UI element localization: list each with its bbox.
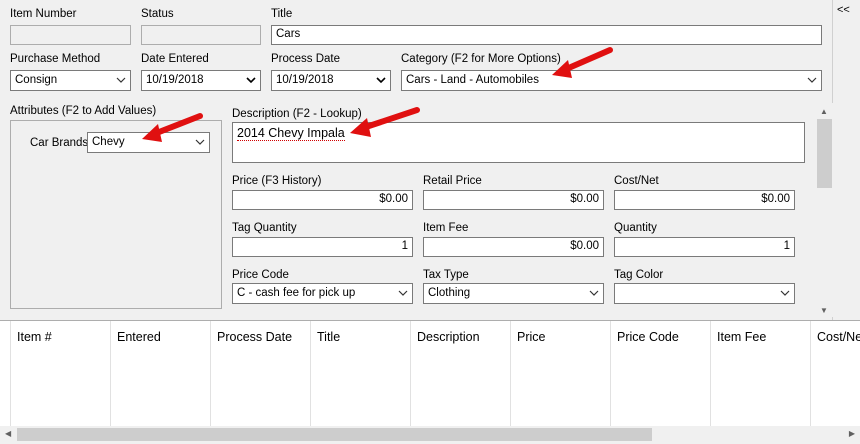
chevron-down-icon	[376, 77, 386, 84]
chevron-down-icon	[398, 290, 408, 296]
tag-color-label: Tag Color	[614, 269, 664, 281]
item-number-label: Item Number	[10, 8, 77, 20]
item-fee-label: Item Fee	[423, 222, 469, 234]
car-brands-select[interactable]: Chevy	[87, 132, 210, 153]
price-code-label: Price Code	[232, 269, 289, 281]
collapse-panel-button[interactable]: <<	[837, 4, 850, 16]
column-header-entered[interactable]: Entered	[117, 330, 161, 344]
details-vertical-scrollbar[interactable]: ▲ ▼	[816, 103, 833, 317]
grid-column: Entered	[110, 321, 161, 427]
chevron-down-icon	[195, 139, 205, 145]
chevron-down-icon	[807, 77, 817, 83]
chevron-down-icon	[246, 77, 256, 84]
column-header-price[interactable]: Price	[517, 330, 545, 344]
grid-column: Item Fee	[710, 321, 766, 427]
cost-net-field[interactable]: $0.00	[614, 190, 795, 210]
cost-net-label: Cost/Net	[614, 175, 659, 187]
column-header-item-fee[interactable]: Item Fee	[717, 330, 766, 344]
status-field[interactable]	[141, 25, 261, 45]
item-fee-field[interactable]: $0.00	[423, 237, 604, 257]
grid-column: Description	[410, 321, 480, 427]
chevron-down-icon	[589, 290, 599, 296]
tag-color-select[interactable]	[614, 283, 795, 304]
column-header-description[interactable]: Description	[417, 330, 480, 344]
quantity-field[interactable]: 1	[614, 237, 795, 257]
scroll-left-icon[interactable]: ◀	[5, 429, 11, 438]
attributes-label: Attributes (F2 to Add Values)	[10, 105, 157, 117]
tax-type-label: Tax Type	[423, 269, 469, 281]
column-header-title[interactable]: Title	[317, 330, 340, 344]
date-entered-label: Date Entered	[141, 53, 209, 65]
item-number-field[interactable]	[10, 25, 131, 45]
scroll-up-icon[interactable]: ▲	[820, 107, 828, 116]
grid-column: Process Date	[210, 321, 292, 427]
price-field[interactable]: $0.00	[232, 190, 413, 210]
purchase-method-label: Purchase Method	[10, 53, 101, 65]
description-label: Description (F2 - Lookup)	[232, 108, 362, 120]
retail-price-label: Retail Price	[423, 175, 482, 187]
title-field[interactable]: Cars	[271, 25, 822, 45]
tax-type-select[interactable]: Clothing	[423, 283, 604, 304]
tag-quantity-label: Tag Quantity	[232, 222, 297, 234]
chevron-down-icon	[116, 77, 126, 83]
chevron-down-icon	[780, 290, 790, 296]
grid-column: Item #	[10, 321, 52, 427]
status-label: Status	[141, 8, 174, 20]
scrollbar-thumb[interactable]	[17, 428, 652, 441]
price-code-select[interactable]: C - cash fee for pick up	[232, 283, 413, 304]
grid-column: Price	[510, 321, 545, 427]
column-header-cost-net[interactable]: Cost/Ne	[817, 330, 860, 344]
grid-horizontal-scrollbar[interactable]: ◀ ▶	[0, 426, 860, 444]
scroll-right-icon[interactable]: ▶	[849, 429, 855, 438]
description-field[interactable]: 2014 Chevy Impala	[232, 122, 805, 163]
retail-price-field[interactable]: $0.00	[423, 190, 604, 210]
grid-column: Cost/Ne	[810, 321, 860, 427]
date-entered-picker[interactable]: 10/19/2018	[141, 70, 261, 91]
purchase-method-select[interactable]: Consign	[10, 70, 131, 91]
tag-quantity-field[interactable]: 1	[232, 237, 413, 257]
column-header-process-date[interactable]: Process Date	[217, 330, 292, 344]
quantity-label: Quantity	[614, 222, 657, 234]
column-header-price-code[interactable]: Price Code	[617, 330, 679, 344]
column-header-item-number[interactable]: Item #	[17, 330, 52, 344]
category-select[interactable]: Cars - Land - Automobiles	[401, 70, 822, 91]
process-date-picker[interactable]: 10/19/2018	[271, 70, 391, 91]
car-brands-label: Car Brands	[30, 137, 89, 149]
title-label: Title	[271, 8, 293, 20]
category-label: Category (F2 for More Options)	[401, 53, 561, 65]
grid-column: Title	[310, 321, 340, 427]
price-label: Price (F3 History)	[232, 175, 322, 187]
scrollbar-thumb[interactable]	[817, 119, 832, 188]
grid-column: Price Code	[610, 321, 679, 427]
process-date-label: Process Date	[271, 53, 341, 65]
scroll-down-icon[interactable]: ▼	[820, 306, 828, 315]
